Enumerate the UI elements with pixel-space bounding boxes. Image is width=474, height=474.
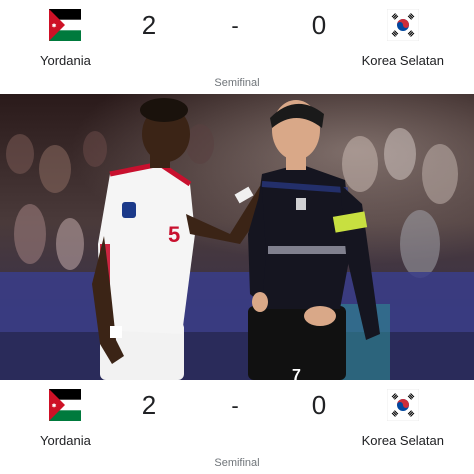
away-team-name[interactable]: Korea Selatan — [362, 53, 444, 68]
home-shirt-number: 5 — [168, 222, 180, 247]
players-photo-illustration: 5 7 — [0, 94, 474, 380]
away-score: 0 — [311, 390, 327, 420]
away-shirt-number: 7 — [292, 367, 301, 380]
away-team-name[interactable]: Korea Selatan — [362, 433, 444, 448]
south-korea-flag-icon — [387, 389, 419, 421]
scoreboard-top[interactable]: 2 - 0 Yordania Korea Selatan Semifinal — [0, 0, 474, 94]
home-team-name[interactable]: Yordania — [40, 53, 91, 68]
jordan-flag-icon — [49, 389, 81, 421]
jordan-flag-icon — [49, 9, 81, 41]
home-score: 2 — [141, 10, 157, 40]
south-korea-flag-icon — [387, 9, 419, 41]
home-team-name[interactable]: Yordania — [40, 433, 91, 448]
score-separator: - — [231, 393, 239, 418]
match-stage: Semifinal — [214, 457, 260, 469]
score-separator: - — [231, 13, 239, 38]
home-score: 2 — [141, 390, 157, 420]
match-stage: Semifinal — [214, 77, 260, 89]
match-photo: 5 7 — [0, 94, 474, 380]
scoreboard-bottom[interactable]: 2 - 0 Yordania Korea Selatan Semifinal — [0, 380, 474, 474]
away-score: 0 — [311, 10, 327, 40]
